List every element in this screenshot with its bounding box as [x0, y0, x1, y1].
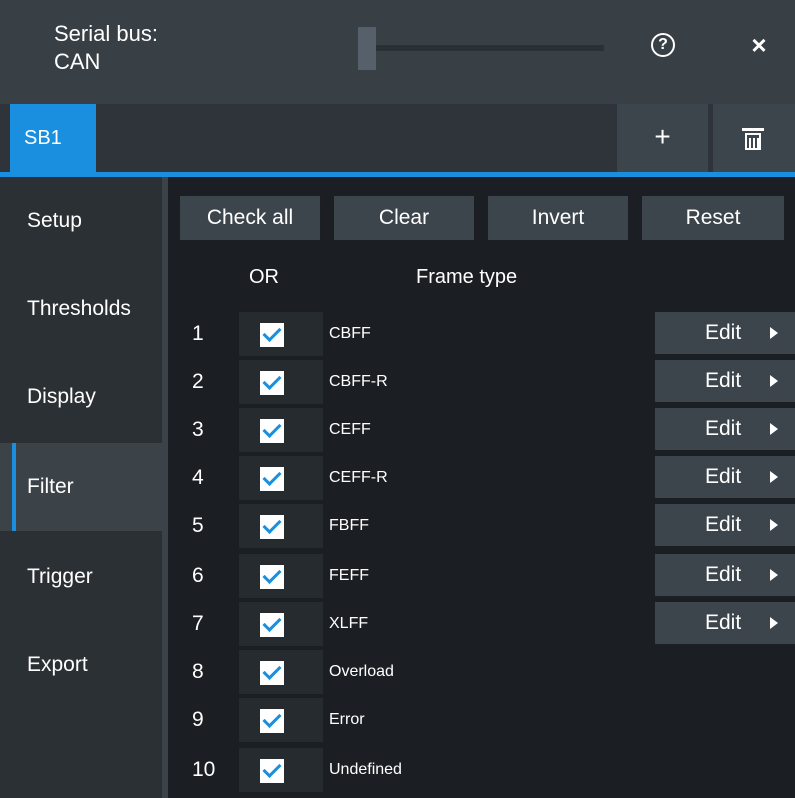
checkbox[interactable]	[260, 323, 284, 347]
or-checkbox-cell[interactable]	[239, 504, 323, 548]
delete-tab-button[interactable]	[713, 104, 795, 172]
checkbox[interactable]	[260, 419, 284, 443]
checkbox[interactable]	[260, 709, 284, 733]
reset-button[interactable]: Reset	[642, 196, 784, 240]
row-number: 9	[192, 708, 204, 731]
edit-label: Edit	[705, 611, 742, 634]
edit-button[interactable]: Edit	[655, 360, 795, 402]
edit-button[interactable]: Edit	[655, 456, 795, 498]
column-header-frame-type: Frame type	[416, 266, 518, 288]
arrow-right-icon	[770, 519, 778, 531]
edit-button[interactable]: Edit	[655, 554, 795, 596]
sidebar-item-setup[interactable]: Setup	[0, 177, 162, 265]
title-line-1: Serial bus:	[54, 21, 158, 46]
row-number: 8	[192, 660, 204, 683]
sidebar-item-trigger[interactable]: Trigger	[0, 533, 162, 621]
checkbox[interactable]	[260, 613, 284, 637]
row-number: 1	[192, 322, 204, 345]
arrow-right-icon	[770, 375, 778, 387]
frame-type-label: Undefined	[329, 761, 402, 778]
row-number: 2	[192, 370, 204, 393]
or-checkbox-cell[interactable]	[239, 360, 323, 404]
or-checkbox-cell[interactable]	[239, 748, 323, 792]
transparency-slider-handle[interactable]	[358, 27, 376, 70]
edit-button[interactable]: Edit	[655, 504, 795, 546]
arrow-right-icon	[770, 569, 778, 581]
close-icon[interactable]: ×	[744, 30, 774, 60]
row-number: 5	[192, 514, 204, 537]
checkbox[interactable]	[260, 565, 284, 589]
frame-type-label: CBFF	[329, 325, 371, 342]
frame-type-label: FEFF	[329, 567, 369, 584]
row-number: 3	[192, 418, 204, 441]
arrow-right-icon	[770, 471, 778, 483]
frame-type-label: XLFF	[329, 615, 369, 632]
title-line-2: CAN	[54, 49, 101, 74]
frame-type-label: CBFF-R	[329, 373, 388, 390]
arrow-right-icon	[770, 327, 778, 339]
column-header-or: OR	[249, 266, 279, 288]
frame-type-label: Overload	[329, 663, 394, 680]
sidebar-item-filter[interactable]: Filter	[0, 443, 162, 531]
sidebar-active-indicator	[12, 443, 16, 531]
plus-icon: +	[654, 121, 671, 152]
arrow-right-icon	[770, 617, 778, 629]
checkbox[interactable]	[260, 515, 284, 539]
edit-label: Edit	[705, 563, 742, 586]
clear-button[interactable]: Clear	[334, 196, 474, 240]
add-tab-button[interactable]: +	[617, 104, 708, 172]
checkbox[interactable]	[260, 759, 284, 783]
edit-label: Edit	[705, 513, 742, 536]
dialog-title: Serial bus: CAN	[54, 20, 158, 76]
or-checkbox-cell[interactable]	[239, 456, 323, 500]
edit-button[interactable]: Edit	[655, 602, 795, 644]
sidebar-item-display[interactable]: Display	[0, 353, 162, 441]
transparency-slider-track[interactable]	[376, 45, 604, 51]
sidebar-item-thresholds[interactable]: Thresholds	[0, 265, 162, 353]
edit-label: Edit	[705, 321, 742, 344]
frame-type-label: CEFF	[329, 421, 371, 438]
invert-button[interactable]: Invert	[488, 196, 628, 240]
frame-type-label: Error	[329, 711, 365, 728]
checkbox[interactable]	[260, 467, 284, 491]
row-number: 4	[192, 466, 204, 489]
edit-label: Edit	[705, 417, 742, 440]
dialog-header: Serial bus: CAN ? ×	[0, 0, 795, 104]
or-checkbox-cell[interactable]	[239, 312, 323, 356]
frame-type-label: FBFF	[329, 517, 369, 534]
row-number: 10	[192, 758, 216, 781]
sidebar: Setup Thresholds Display Filter Trigger …	[0, 177, 162, 798]
edit-label: Edit	[705, 465, 742, 488]
or-checkbox-cell[interactable]	[239, 698, 323, 742]
checkbox[interactable]	[260, 371, 284, 395]
check-all-button[interactable]: Check all	[180, 196, 320, 240]
checkbox[interactable]	[260, 661, 284, 685]
tab-sb1[interactable]: SB1	[10, 104, 96, 172]
arrow-right-icon	[770, 423, 778, 435]
frame-type-label: CEFF-R	[329, 469, 388, 486]
help-icon[interactable]: ?	[651, 33, 675, 57]
sidebar-scrollbar[interactable]	[162, 177, 168, 798]
edit-label: Edit	[705, 369, 742, 392]
sidebar-item-export[interactable]: Export	[0, 621, 162, 709]
row-number: 7	[192, 612, 204, 635]
or-checkbox-cell[interactable]	[239, 650, 323, 694]
or-checkbox-cell[interactable]	[239, 602, 323, 646]
or-checkbox-cell[interactable]	[239, 554, 323, 598]
row-number: 6	[192, 564, 204, 587]
or-checkbox-cell[interactable]	[239, 408, 323, 452]
edit-button[interactable]: Edit	[655, 312, 795, 354]
edit-button[interactable]: Edit	[655, 408, 795, 450]
trash-icon	[742, 128, 764, 150]
